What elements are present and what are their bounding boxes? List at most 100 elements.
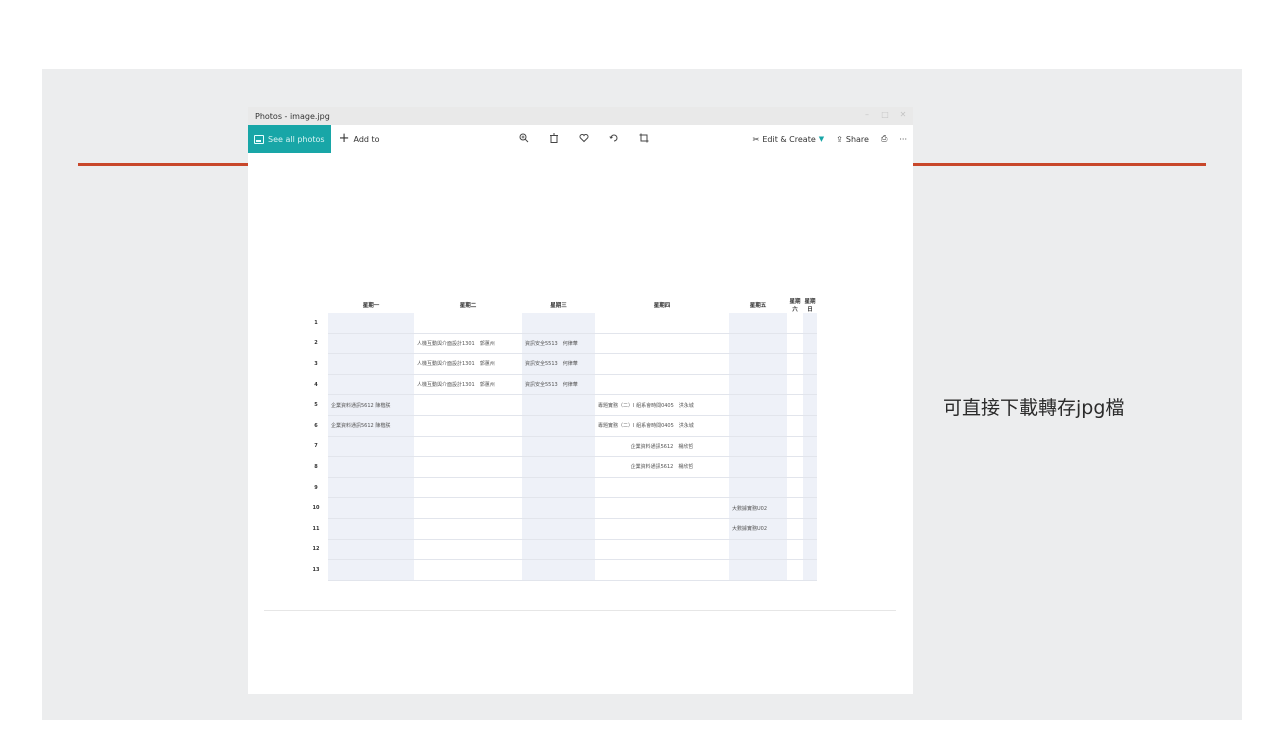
table-cell [595, 353, 729, 375]
row-number: 6 [314, 422, 318, 429]
plus-icon: + [338, 131, 350, 146]
table-cell [328, 353, 414, 375]
table-cell [328, 313, 414, 334]
row-number: 7 [314, 443, 318, 450]
table-cell [414, 436, 522, 458]
table-row: 13 [304, 559, 817, 581]
table-cell [729, 456, 787, 478]
table-cell [414, 313, 522, 334]
table-cell [414, 477, 522, 499]
table-cell [328, 559, 414, 581]
row-number: 3 [314, 360, 318, 367]
table-cell [787, 539, 803, 561]
table-cell [328, 333, 414, 355]
add-to-button[interactable]: + Add to [338, 131, 380, 146]
table-cell [414, 456, 522, 478]
table-cell [595, 539, 729, 561]
table-cell: 企業資料通訊5612 楊欣哲 [595, 436, 729, 458]
table-row: 5 企業資料通訊5612 陳楷朕 專題實務（二）I 組系會時間0405 洪永城 [304, 394, 817, 416]
table-cell [729, 436, 787, 458]
row-number: 9 [314, 484, 318, 491]
more-icon[interactable]: ··· [899, 135, 907, 144]
table-cell [803, 313, 817, 334]
header-monday: 星期一 [362, 303, 380, 309]
table-cell: 專題實務（二）I 組系會時間0405 洪永城 [595, 394, 729, 416]
table-cell [787, 333, 803, 355]
table-cell [414, 497, 522, 519]
see-all-photos-label: See all photos [268, 134, 325, 144]
header-saturday: 星期六 [789, 299, 801, 313]
table-cell [787, 415, 803, 437]
table-cell [522, 497, 595, 519]
table-cell [729, 559, 787, 581]
center-tools [518, 133, 650, 146]
photo-icon [254, 134, 264, 144]
table-cell [522, 539, 595, 561]
table-cell [522, 456, 595, 478]
table-cell [595, 477, 729, 499]
chevron-down-icon: ▼ [818, 135, 825, 143]
table-cell [522, 415, 595, 437]
table-cell [803, 436, 817, 458]
table-cell [803, 539, 817, 561]
header-sunday: 星期日 [804, 299, 816, 313]
table-row: 1 [304, 313, 817, 334]
share-label: Share [845, 134, 869, 144]
table-cell [522, 518, 595, 540]
delete-icon[interactable] [548, 133, 560, 146]
table-cell: 大數據實務U02 [729, 518, 787, 540]
table-cell [595, 374, 729, 396]
print-icon[interactable]: ⎙ [881, 134, 887, 144]
edit-create-button[interactable]: ✂ Edit & Create ▼ [753, 135, 825, 144]
table-cell [414, 559, 522, 581]
table-cell: 資訊安全5513 何律華 [522, 333, 595, 355]
table-row: 7 企業資料通訊5612 楊欣哲 [304, 436, 817, 458]
share-icon: ⇪ [836, 134, 843, 144]
table-cell [787, 456, 803, 478]
crop-icon[interactable] [638, 133, 650, 146]
toolbar: See all photos + Add to ✂ Edit & Create … [248, 125, 913, 153]
close-icon[interactable]: ✕ [899, 111, 907, 119]
table-cell [803, 456, 817, 478]
right-tools: ✂ Edit & Create ▼ ⇪ Share ⎙ ··· [753, 134, 907, 144]
table-cell [328, 436, 414, 458]
maximize-icon[interactable]: □ [881, 111, 889, 119]
share-button[interactable]: ⇪ Share [836, 135, 869, 144]
table-cell [787, 394, 803, 416]
table-cell [729, 374, 787, 396]
table-cell [595, 497, 729, 519]
table-cell [595, 313, 729, 334]
table-cell [787, 374, 803, 396]
heart-icon[interactable] [578, 133, 590, 146]
table-cell [328, 477, 414, 499]
rotate-icon[interactable] [608, 133, 620, 146]
corner-cell [304, 297, 328, 313]
table-cell [787, 313, 803, 334]
schedule-header-row: 星期一 星期二 星期三 星期四 星期五 星期六 星期日 [304, 297, 817, 313]
table-cell [803, 497, 817, 519]
table-row: 3 人機互動與介面設計1301 郭蕙州 資訊安全5513 何律華 [304, 353, 817, 375]
table-cell [729, 353, 787, 375]
row-number: 10 [312, 505, 320, 512]
table-cell [595, 559, 729, 581]
table-row: 4 人機互動與介面設計1301 郭蕙州 資訊安全5513 何律華 [304, 374, 817, 396]
row-number: 8 [314, 463, 318, 470]
edit-create-label: Edit & Create [762, 134, 816, 144]
row-number: 4 [314, 381, 318, 388]
row-number: 12 [312, 546, 320, 553]
footer-divider [264, 610, 896, 611]
see-all-photos-button[interactable]: See all photos [248, 125, 331, 153]
table-cell [803, 477, 817, 499]
table-row: 8 企業資料通訊5612 楊欣哲 [304, 456, 817, 478]
row-number: 2 [314, 340, 318, 347]
zoom-in-icon[interactable] [518, 133, 530, 146]
header-friday: 星期五 [749, 303, 767, 309]
table-cell: 資訊安全5513 何律華 [522, 374, 595, 396]
minimize-icon[interactable]: – [863, 111, 871, 119]
table-cell: 人機互動與介面設計1301 郭蕙州 [414, 353, 522, 375]
table-cell [522, 313, 595, 334]
photos-window: Photos - image.jpg – □ ✕ See all photos … [248, 107, 913, 694]
table-cell [328, 497, 414, 519]
table-cell [328, 374, 414, 396]
table-cell [803, 394, 817, 416]
